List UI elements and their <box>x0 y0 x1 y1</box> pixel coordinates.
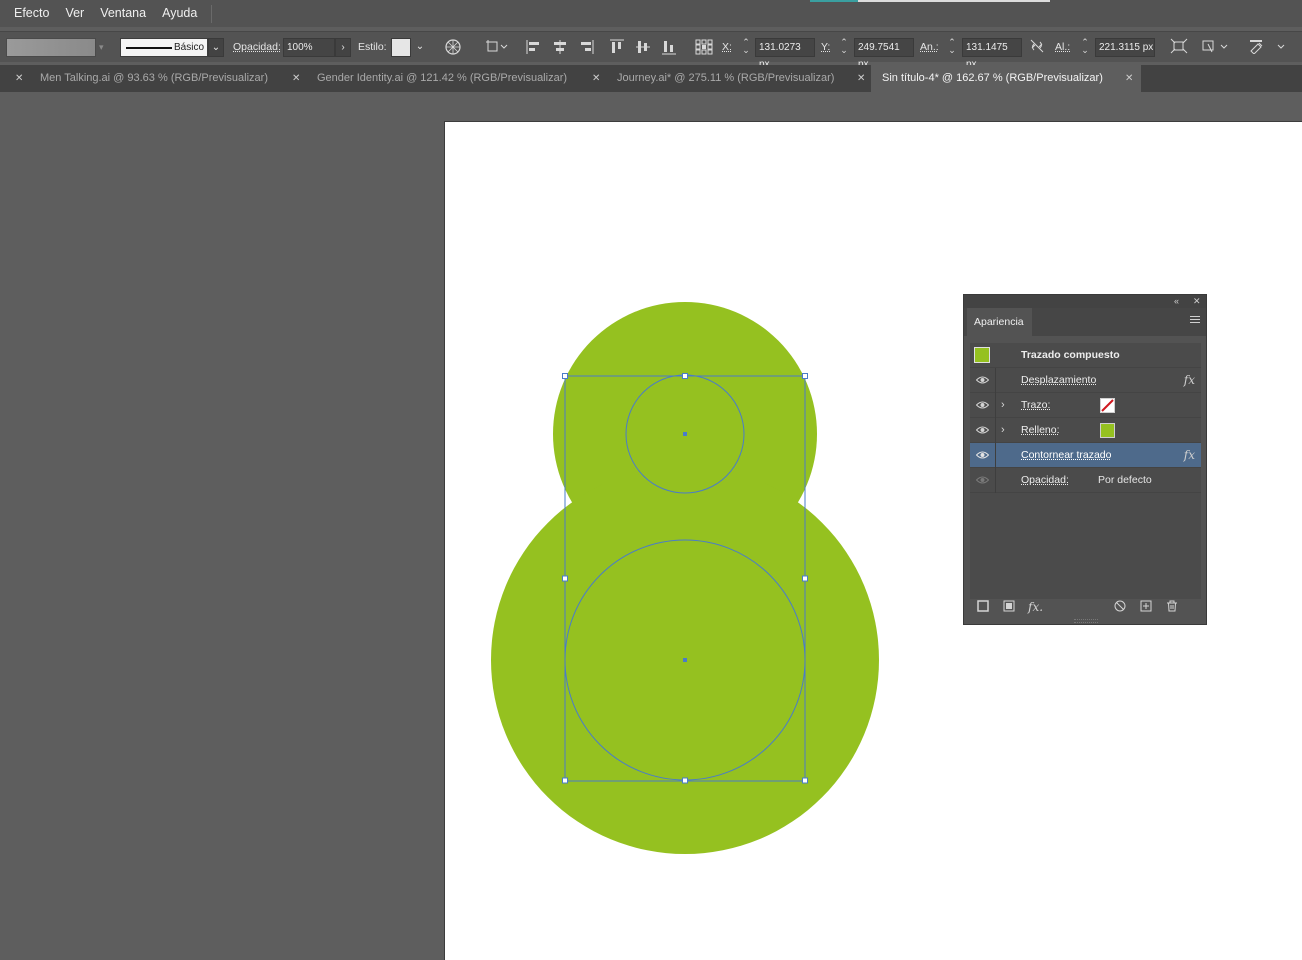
duplicate-item-icon[interactable] <box>1140 600 1152 616</box>
collapse-panel-icon[interactable]: « <box>1174 295 1179 308</box>
stroke-none-swatch[interactable] <box>1100 398 1115 413</box>
width-stepper-icon[interactable]: ⌃ ⌄ <box>947 38 957 57</box>
appearance-row-desplazamiento[interactable]: Desplazamiento fx <box>970 368 1201 393</box>
visibility-eye-icon[interactable] <box>976 400 989 410</box>
compound-path-shape[interactable] <box>491 302 879 854</box>
menu-bar: Efecto Ver Ventana Ayuda <box>0 0 1302 27</box>
add-new-fill-icon[interactable] <box>1003 600 1015 616</box>
stroke-line-preview <box>126 47 172 49</box>
align-bottom-icon[interactable] <box>661 39 677 55</box>
fill-color-swatch-green[interactable] <box>1100 423 1115 438</box>
delete-item-icon[interactable] <box>1166 600 1178 616</box>
control-bar: ▾ Básico ⌄ Opacidad: 100% › Estilo: ⌄ X:… <box>0 31 1302 70</box>
fill-dropdown-icon[interactable]: ▾ <box>99 42 104 61</box>
menu-efecto[interactable]: Efecto <box>6 0 57 27</box>
opacity-row-label[interactable]: Opacidad: <box>1021 468 1069 493</box>
fx-icon[interactable]: fx <box>1184 443 1195 468</box>
recolor-artwork-icon[interactable] <box>444 38 462 57</box>
fx-icon[interactable]: fx <box>1184 368 1195 393</box>
align-left-icon[interactable] <box>526 39 542 55</box>
tab-close-icon[interactable]: ✕ <box>592 65 600 92</box>
align-right-icon[interactable] <box>578 39 594 55</box>
menu-ayuda[interactable]: Ayuda <box>154 0 205 27</box>
opacity-input[interactable]: 100% <box>283 38 335 57</box>
width-label: An.: <box>920 41 939 53</box>
panel-footer: fx. <box>964 597 1206 619</box>
visibility-eye-icon[interactable] <box>976 450 989 460</box>
tab-men-talking[interactable]: Men Talking.ai @ 93.63 % (RGB/Previsuali… <box>40 65 268 92</box>
x-label: X: <box>722 41 732 53</box>
tab-close-icon[interactable]: ✕ <box>292 65 300 92</box>
tab-close-icon[interactable]: ✕ <box>15 65 23 92</box>
tab-close-icon[interactable]: ✕ <box>1125 65 1133 92</box>
height-stepper-icon[interactable]: ⌃ ⌄ <box>1080 38 1090 57</box>
object-thumbnail <box>974 347 990 363</box>
stroke-profile-chevron-icon[interactable]: ⌄ <box>208 38 224 57</box>
height-input[interactable]: 221.3115 px <box>1095 38 1155 57</box>
tab-gender-identity[interactable]: Gender Identity.ai @ 121.42 % (RGB/Previ… <box>317 65 567 92</box>
panel-title-strip: « ✕ <box>964 295 1206 308</box>
y-label: Y: <box>821 41 831 53</box>
effect-name[interactable]: Desplazamiento <box>1021 368 1096 393</box>
tab-apariencia[interactable]: Apariencia <box>967 308 1032 336</box>
fill-label[interactable]: Relleno: <box>1021 418 1060 443</box>
document-tab-bar: ✕ Men Talking.ai @ 93.63 % (RGB/Previsua… <box>0 65 1302 92</box>
appearance-row-opacidad[interactable]: Opacidad: Por defecto <box>970 468 1201 493</box>
appearance-row-contornear-trazado[interactable]: Contornear trazado fx <box>970 443 1201 468</box>
stroke-profile-dropdown[interactable]: Básico <box>120 38 208 57</box>
stroke-label[interactable]: Trazo: <box>1021 393 1050 418</box>
panel-tab-row: Apariencia <box>964 308 1206 336</box>
add-new-stroke-icon[interactable] <box>977 600 989 616</box>
align-vcenter-icon[interactable] <box>635 39 651 55</box>
transform-dropdown-icon[interactable] <box>484 38 510 57</box>
opacity-row-value: Por defecto <box>1098 474 1152 486</box>
graphic-style-swatch[interactable] <box>391 38 411 57</box>
panel-menu-icon[interactable] <box>1190 316 1200 326</box>
y-stepper-icon[interactable]: ⌃ ⌄ <box>839 38 849 57</box>
close-panel-icon[interactable]: ✕ <box>1193 295 1201 308</box>
align-hcenter-icon[interactable] <box>552 39 568 55</box>
visibility-eye-icon[interactable] <box>976 425 989 435</box>
y-input[interactable]: 249.7541 px <box>854 38 914 70</box>
reference-point-icon[interactable] <box>695 39 713 55</box>
search-strip-accent <box>810 0 858 2</box>
appearance-row-relleno[interactable]: › Relleno: <box>970 418 1201 443</box>
appearance-header-row[interactable]: Trazado compuesto <box>970 343 1201 368</box>
tab-sin-titulo-4[interactable]: Sin título-4* @ 162.67 % (RGB/Previsuali… <box>871 65 1141 92</box>
align-top-icon[interactable] <box>609 39 625 55</box>
constrain-proportions-icon[interactable] <box>1028 38 1046 57</box>
menu-divider <box>211 4 213 23</box>
neck-fill <box>605 452 765 582</box>
expand-chevron-icon[interactable]: › <box>1001 418 1005 442</box>
tab-journey[interactable]: Journey.ai* @ 275.11 % (RGB/Previsualiza… <box>617 65 834 92</box>
fill-color-swatch[interactable] <box>6 38 96 57</box>
effect-name[interactable]: Contornear trazado <box>1021 443 1111 468</box>
menu-ventana[interactable]: Ventana <box>92 0 154 27</box>
width-input[interactable]: 131.1475 px <box>962 38 1022 70</box>
opacity-arrow-icon[interactable]: › <box>335 38 351 57</box>
appearance-row-trazo[interactable]: › Trazo: <box>970 393 1201 418</box>
menu-ver[interactable]: Ver <box>57 0 92 27</box>
stroke-profile-label: Básico <box>174 42 205 53</box>
add-effect-icon[interactable]: fx. <box>1028 600 1043 614</box>
isolate-dropdown-icon[interactable] <box>1200 38 1230 57</box>
transform-each-icon[interactable] <box>1170 38 1188 57</box>
clear-appearance-icon[interactable] <box>1114 600 1126 616</box>
object-type-label: Trazado compuesto <box>1021 349 1120 361</box>
edit-toolbar-dropdown-icon[interactable] <box>1248 38 1286 57</box>
height-label: Al.: <box>1055 41 1071 53</box>
style-chevron-icon[interactable]: ⌄ <box>412 38 428 57</box>
opacity-label: Opacidad: <box>233 41 281 53</box>
x-input[interactable]: 131.0273 px <box>755 38 815 70</box>
visibility-eye-icon[interactable] <box>976 375 989 385</box>
x-stepper-icon[interactable]: ⌃ ⌄ <box>741 38 751 57</box>
panel-resize-grip[interactable] <box>1074 619 1098 623</box>
appearance-panel: « ✕ Apariencia Trazado compuesto Desplaz… <box>963 294 1207 625</box>
tab-close-icon[interactable]: ✕ <box>857 65 865 92</box>
style-label: Estilo: <box>358 41 387 53</box>
appearance-list: Trazado compuesto Desplazamiento fx › Tr… <box>970 343 1201 599</box>
expand-chevron-icon[interactable]: › <box>1001 393 1005 417</box>
visibility-eye-icon[interactable] <box>976 475 989 485</box>
